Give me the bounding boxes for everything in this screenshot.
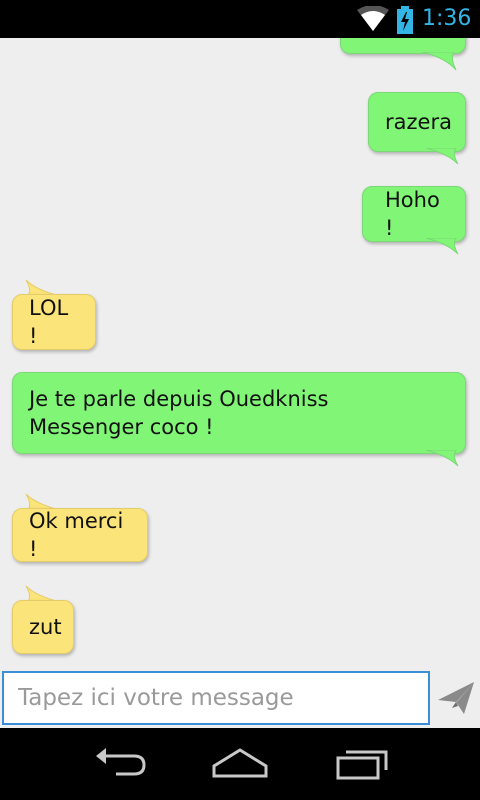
message-bubble-received[interactable]: zut: [12, 600, 74, 654]
message-bubble-received[interactable]: LOL !: [12, 294, 96, 350]
message-text: LOL !: [29, 296, 69, 348]
battery-charging-icon: [397, 6, 413, 34]
clock: 1:36: [422, 6, 472, 31]
message-bubble-sent[interactable]: Hoho !: [362, 186, 466, 242]
message-input[interactable]: [2, 671, 430, 725]
bubble-tail: [425, 450, 459, 467]
navigation-bar: [0, 728, 480, 800]
bubble-tail: [425, 148, 459, 165]
wifi-icon: [357, 6, 389, 31]
bubble-tail: [425, 238, 459, 255]
chat-message-list[interactable]: razera Hoho ! LOL ! Je te parle depuis O…: [0, 38, 480, 670]
composer-bar: [0, 670, 480, 728]
bubble-tail: [421, 52, 457, 71]
message-bubble-sent[interactable]: razera: [368, 92, 466, 152]
message-text: Je te parle depuis Ouedkniss Messenger c…: [29, 387, 329, 439]
screen: 1:36 razera Hoho ! LOL ! Je te parle dep…: [0, 0, 480, 800]
send-button[interactable]: [434, 674, 478, 722]
message-text: zut: [29, 615, 62, 639]
back-icon[interactable]: [90, 744, 150, 784]
message-text: razera: [385, 110, 452, 134]
send-icon: [438, 682, 474, 714]
message-text: Hoho !: [385, 188, 440, 240]
message-bubble-received[interactable]: Ok merci !: [12, 508, 148, 562]
home-icon[interactable]: [210, 744, 270, 784]
message-bubble-sent[interactable]: Je te parle depuis Ouedkniss Messenger c…: [12, 372, 466, 454]
recent-apps-icon[interactable]: [332, 744, 392, 784]
message-text: Ok merci !: [29, 509, 124, 561]
status-bar: 1:36: [0, 0, 480, 38]
